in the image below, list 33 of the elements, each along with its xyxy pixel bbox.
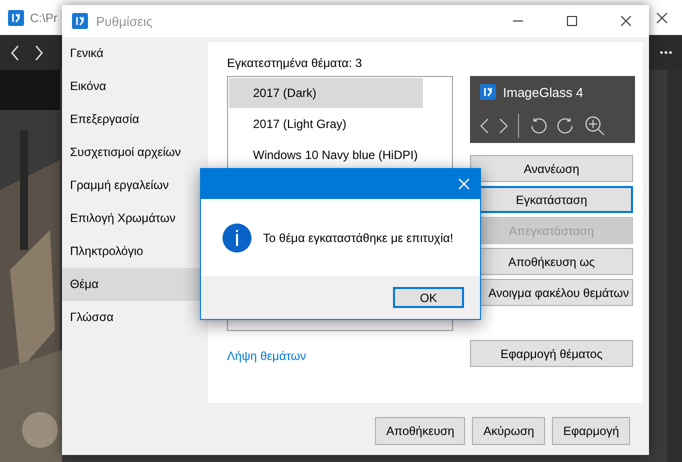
theme-action-button[interactable]: Ανανέωση: [470, 155, 633, 182]
dialog-message: Το θέμα εγκαταστάθηκε με επιτυχία!: [263, 230, 454, 244]
sidebar-item[interactable]: Γενικά: [62, 37, 208, 70]
footer-button[interactable]: Εφαρμογή: [552, 417, 630, 445]
info-icon: [222, 222, 252, 252]
app-logo-icon: [72, 13, 88, 29]
footer-button[interactable]: Ακύρωση: [472, 417, 546, 445]
theme-item[interactable]: 2017 (Light Gray): [229, 109, 423, 139]
app-logo-icon: [8, 10, 24, 26]
sidebar-item[interactable]: Εικόνα: [62, 70, 208, 103]
separator-icon: [518, 114, 519, 138]
close-icon[interactable]: [656, 12, 668, 24]
theme-item[interactable]: Windows 10 Navy blue (HiDPI): [229, 140, 423, 170]
chevron-left-icon[interactable]: [10, 44, 20, 60]
ok-button[interactable]: OK: [393, 287, 464, 308]
rotate-left-icon: [529, 117, 547, 135]
apply-theme-button[interactable]: Εφαρμογή θέματος: [470, 340, 633, 367]
download-themes-link[interactable]: Λήψη θεμάτων: [227, 349, 306, 363]
window-title: C:\Pr: [30, 10, 58, 24]
preview-title: ImageGlass 4: [503, 84, 584, 100]
chevron-left-icon: [480, 118, 489, 134]
chevron-right-icon: [499, 118, 508, 134]
more-icon[interactable]: [660, 51, 672, 54]
chevron-right-icon[interactable]: [34, 44, 44, 60]
sidebar-item[interactable]: Επεξεργασία: [62, 103, 208, 136]
sidebar-item[interactable]: Συσχετισμοί αρχείων: [62, 136, 208, 169]
zoom-in-icon: [585, 116, 605, 136]
installed-themes-label: Εγκατεστημένα θέματα: 3: [227, 56, 363, 72]
window-title: Ρυθμίσεις: [96, 14, 152, 28]
app-logo-icon: [480, 84, 496, 100]
footer-button[interactable]: Αποθήκευση: [375, 417, 466, 445]
rotate-right-icon: [557, 117, 575, 135]
theme-item[interactable]: 2017 (Dark): [229, 78, 423, 108]
